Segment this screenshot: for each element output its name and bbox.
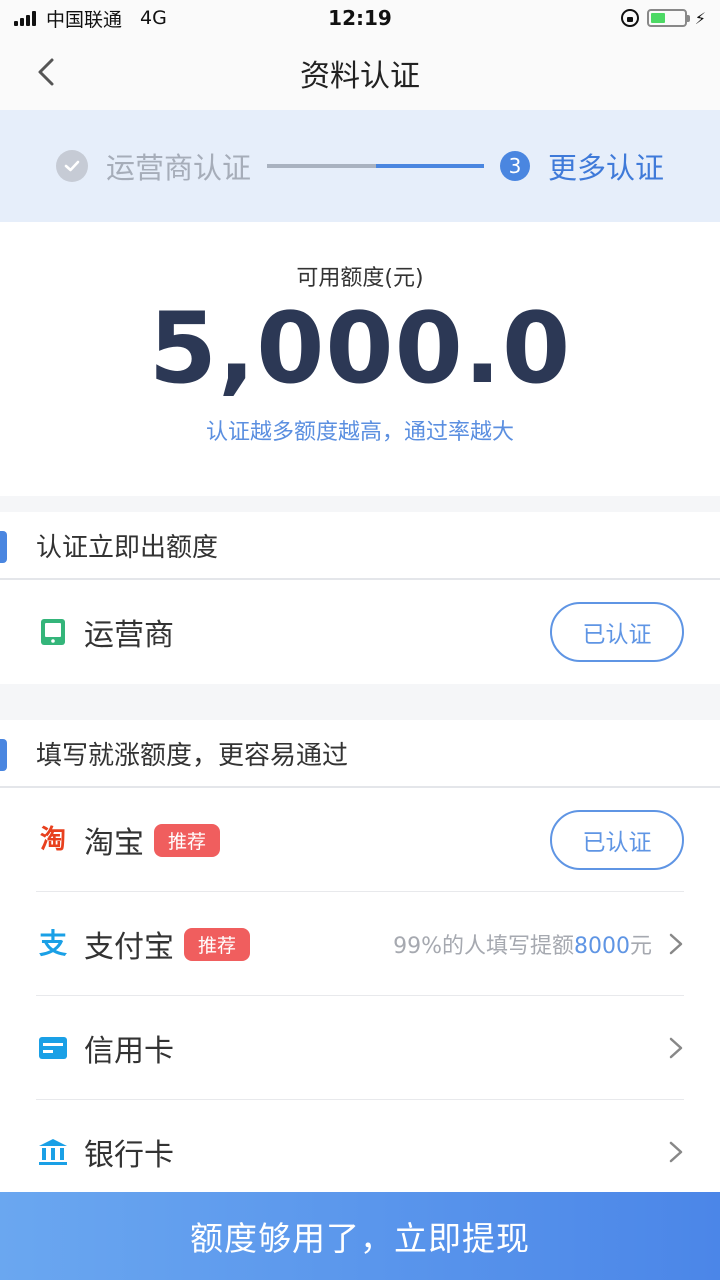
quota-hint: 认证越多额度越高，通过率越大 (205, 420, 514, 445)
recommend-badge: 推荐 (184, 927, 251, 961)
list-item-credit-card[interactable]: 信用卡 (0, 996, 720, 1100)
quota-card: 可用额度(元) 5,000.0 认证越多额度越高，通过率越大 (0, 222, 720, 496)
clock: 12:19 (328, 6, 392, 30)
section-title: 认证立即出额度 (0, 512, 720, 580)
list-item-taobao[interactable]: 淘 淘宝 推荐 已认证 (0, 788, 720, 892)
section-instant-verification: 认证立即出额度 运营商 已认证 (0, 512, 720, 684)
step-current-label: 更多认证 (547, 151, 664, 185)
alipay-icon: 支 (38, 927, 67, 960)
page-title: 资料认证 (300, 59, 420, 94)
battery-level (650, 13, 666, 23)
list-item-bank-card[interactable]: 银行卡 (0, 1100, 720, 1204)
nav-bar: 资料认证 (0, 36, 720, 110)
carrier-label: 中国联通 (46, 8, 123, 31)
item-hint: 99%的人填写提额8000元 (393, 934, 652, 959)
step-done: 运营商认证 (56, 145, 251, 187)
back-button[interactable] (30, 54, 66, 90)
chevron-right-icon (669, 1141, 683, 1163)
section-title: 填写就涨额度，更容易通过 (0, 720, 720, 788)
list-item-alipay[interactable]: 支 支付宝 推荐 99%的人填写提额8000元 (0, 892, 720, 996)
phone-icon (38, 617, 68, 647)
quota-amount: 5,000.0 (148, 292, 572, 406)
quota-label: 可用额度(元) (296, 266, 424, 291)
chevron-right-icon (669, 933, 683, 955)
charging-icon: ⚡ (694, 8, 706, 28)
verified-button[interactable]: 已认证 (550, 602, 684, 662)
battery-icon (646, 9, 690, 27)
step-current: 3 更多认证 (499, 145, 664, 187)
chevron-right-icon (669, 1037, 683, 1059)
item-label: 银行卡 (84, 1138, 174, 1173)
verified-button[interactable]: 已认证 (550, 810, 684, 870)
rotation-lock-icon (620, 9, 639, 27)
withdraw-button[interactable]: 额度够用了，立即提现 (0, 1192, 720, 1280)
bank-icon (38, 1137, 68, 1167)
check-icon (56, 150, 88, 182)
progress-steps: 运营商认证 3 更多认证 (0, 110, 720, 222)
step-connector (267, 164, 484, 168)
recommend-badge: 推荐 (154, 823, 221, 857)
item-label: 运营商 (84, 618, 174, 653)
chevron-left-icon (38, 58, 54, 86)
step-number: 3 (499, 151, 530, 181)
section-optional-verification: 填写就涨额度，更容易通过 淘 淘宝 推荐 已认证 支 支付宝 推荐 99%的人填… (0, 720, 720, 1204)
item-label: 支付宝 (84, 930, 174, 965)
item-label: 信用卡 (84, 1034, 174, 1069)
list-item-carrier[interactable]: 运营商 已认证 (0, 580, 720, 684)
signal-icon (14, 10, 36, 26)
network-label: 4G (140, 7, 167, 29)
status-bar: 中国联通 4G 12:19 ⚡ (0, 0, 720, 36)
item-label: 淘宝 (84, 826, 144, 861)
credit-card-icon (38, 1033, 68, 1063)
step-done-label: 运营商认证 (106, 151, 252, 185)
taobao-icon: 淘 (39, 825, 66, 855)
